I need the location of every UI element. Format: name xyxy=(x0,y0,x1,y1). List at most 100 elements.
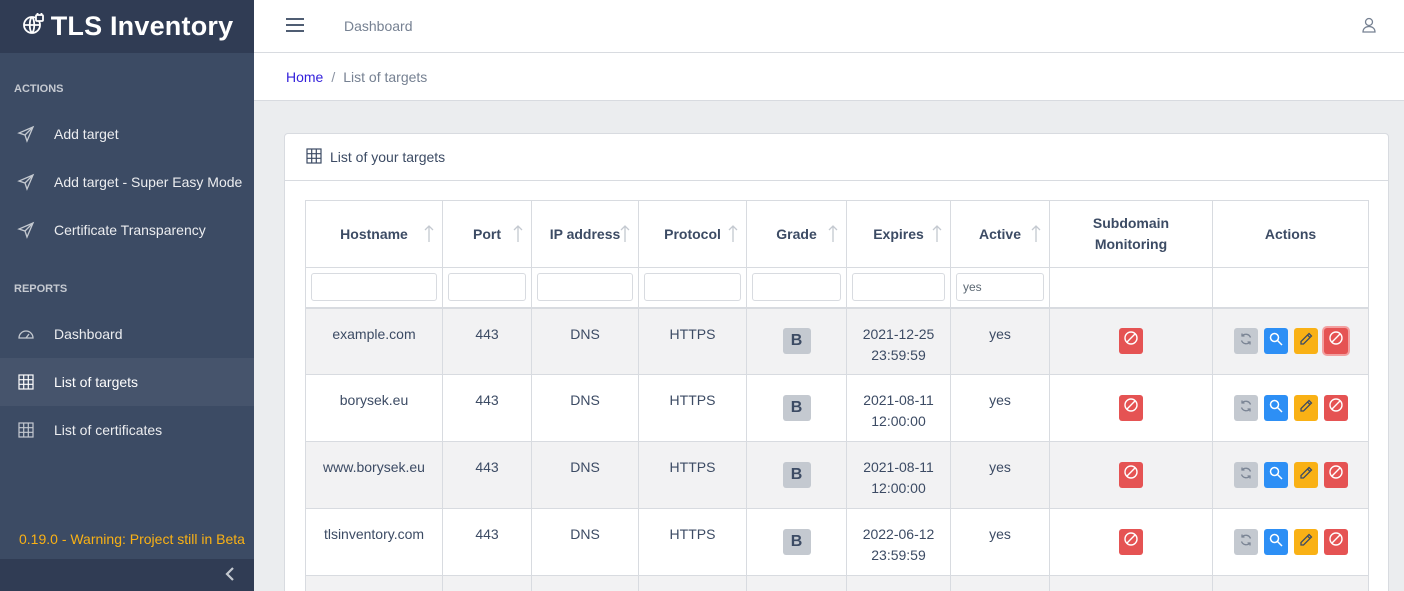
ban-icon xyxy=(1123,397,1139,419)
user-icon[interactable] xyxy=(1362,17,1376,36)
grid-icon xyxy=(16,372,36,392)
subdomain-monitoring-disabled-button[interactable] xyxy=(1119,462,1143,488)
sort-arrow-icon xyxy=(513,225,523,246)
grade-badge: B xyxy=(782,395,811,421)
pencil-icon xyxy=(1299,465,1313,486)
deactivate-button[interactable] xyxy=(1323,462,1348,488)
sort-arrow-icon xyxy=(424,225,434,246)
search-icon xyxy=(1269,331,1283,352)
brand[interactable]: TLS Inventory xyxy=(0,0,254,53)
column-header-grade[interactable]: Grade xyxy=(746,200,847,268)
sort-arrow-icon xyxy=(932,225,942,246)
filter-cell xyxy=(846,267,951,309)
refresh-icon xyxy=(1239,532,1253,553)
filter-cell xyxy=(531,267,639,309)
column-header-port[interactable]: Port xyxy=(442,200,532,268)
refresh-button[interactable] xyxy=(1233,328,1258,355)
filter-grade-input[interactable] xyxy=(752,273,841,302)
deactivate-button[interactable] xyxy=(1323,395,1348,421)
sidebar-item-label: List of targets xyxy=(54,374,139,390)
subdomain-monitoring-disabled-button[interactable] xyxy=(1119,395,1143,421)
filter-cell xyxy=(1049,267,1213,309)
edit-button[interactable] xyxy=(1293,395,1318,421)
cell-active: yes xyxy=(950,374,1050,442)
table-cell xyxy=(846,575,951,591)
refresh-button[interactable] xyxy=(1233,462,1258,488)
pencil-icon xyxy=(1299,331,1313,352)
cell-expires: 2021-12-25 23:59:59 xyxy=(846,307,951,375)
filter-protocol-input[interactable] xyxy=(644,273,741,302)
cell-port: 443 xyxy=(442,508,532,576)
column-header-hostname[interactable]: Hostname xyxy=(305,200,443,268)
column-header-active[interactable]: Active xyxy=(950,200,1050,268)
cell-protocol: HTTPS xyxy=(638,307,747,375)
search-icon xyxy=(1269,465,1283,486)
details-button[interactable] xyxy=(1263,462,1288,488)
cell-actions xyxy=(1212,374,1369,442)
pencil-icon xyxy=(1299,532,1313,553)
cell-expires: 2022-06-12 23:59:59 xyxy=(846,508,951,576)
sidebar-item-label: List of certificates xyxy=(54,422,163,438)
table-cell xyxy=(950,575,1050,591)
filter-hostname-input[interactable] xyxy=(311,273,437,302)
filter-ip-input[interactable] xyxy=(537,273,633,302)
ban-icon xyxy=(1328,531,1344,553)
details-button[interactable] xyxy=(1263,529,1288,555)
column-header-ip-address[interactable]: IP address xyxy=(531,200,639,268)
cell-protocol: HTTPS xyxy=(638,508,747,576)
breadcrumb-home[interactable]: Home xyxy=(286,69,323,85)
cell-grade: B xyxy=(746,374,847,442)
sidebar-item-list-of-targets[interactable]: List of targets xyxy=(0,358,254,406)
filter-active-input[interactable] xyxy=(956,273,1044,302)
deactivate-button[interactable] xyxy=(1323,328,1348,355)
sort-arrow-icon xyxy=(828,225,838,246)
details-button[interactable] xyxy=(1263,395,1288,421)
cell-hostname: tlsinventory.com xyxy=(305,508,443,576)
nav-section-reports: REPORTS xyxy=(14,283,68,295)
cell-expires: 2021-08-11 12:00:00 xyxy=(846,441,951,509)
refresh-button[interactable] xyxy=(1233,395,1258,421)
sort-arrow-icon xyxy=(728,225,738,246)
ban-icon xyxy=(1328,397,1344,419)
table-cell xyxy=(305,575,443,591)
edit-button[interactable] xyxy=(1293,462,1318,488)
column-header-protocol[interactable]: Protocol xyxy=(638,200,747,268)
edit-button[interactable] xyxy=(1293,529,1318,555)
sidebar-item-certificate-transparency[interactable]: Certificate Transparency xyxy=(0,206,254,254)
filter-cell xyxy=(638,267,747,309)
sort-arrow-icon xyxy=(1031,225,1041,246)
subdomain-monitoring-disabled-button[interactable] xyxy=(1119,529,1143,555)
details-button[interactable] xyxy=(1263,328,1288,355)
sidebar-item-dashboard[interactable]: Dashboard xyxy=(0,310,254,358)
deactivate-button[interactable] xyxy=(1323,529,1348,555)
sidebar-item-add-target[interactable]: Add target xyxy=(0,110,254,158)
refresh-icon xyxy=(1239,398,1253,419)
grid-icon xyxy=(306,147,322,167)
sidebar-item-label: Dashboard xyxy=(54,326,123,342)
expires-date: 2021-08-11 xyxy=(863,459,934,475)
cell-port: 443 xyxy=(442,307,532,375)
sidebar-item-list-of-certificates[interactable]: List of certificates xyxy=(0,406,254,454)
cell-protocol: HTTPS xyxy=(638,374,747,442)
refresh-button[interactable] xyxy=(1233,529,1258,555)
breadcrumb-current: List of targets xyxy=(343,69,428,85)
sidebar-minimize-button[interactable] xyxy=(0,559,254,591)
filter-port-input[interactable] xyxy=(448,273,526,302)
sidebar-item-add-target-easy[interactable]: Add target - Super Easy Mode xyxy=(0,158,254,206)
header-nav-dashboard[interactable]: Dashboard xyxy=(344,18,413,34)
filter-cell xyxy=(305,267,443,309)
sidebar-item-label: Add target - Super Easy Mode xyxy=(54,174,243,190)
cell-actions xyxy=(1212,441,1369,509)
subdomain-monitoring-disabled-button[interactable] xyxy=(1119,328,1143,355)
table-row: borysek.eu 443 DNS HTTPS B 2021-08-11 12:00:00… xyxy=(305,374,1369,442)
cell-active: yes xyxy=(950,508,1050,576)
send-icon xyxy=(16,124,36,144)
column-header-actions: Actions xyxy=(1212,200,1369,268)
cell-hostname: www.borysek.eu xyxy=(305,441,443,509)
filter-expires-input[interactable] xyxy=(852,273,945,302)
table-row: tlsinventory.com 443 DNS HTTPS B 2022-06-12 23… xyxy=(305,508,1369,576)
column-header-expires[interactable]: Expires xyxy=(846,200,951,268)
edit-button[interactable] xyxy=(1293,328,1318,355)
send-icon xyxy=(16,220,36,240)
hamburger-icon[interactable] xyxy=(285,16,305,37)
